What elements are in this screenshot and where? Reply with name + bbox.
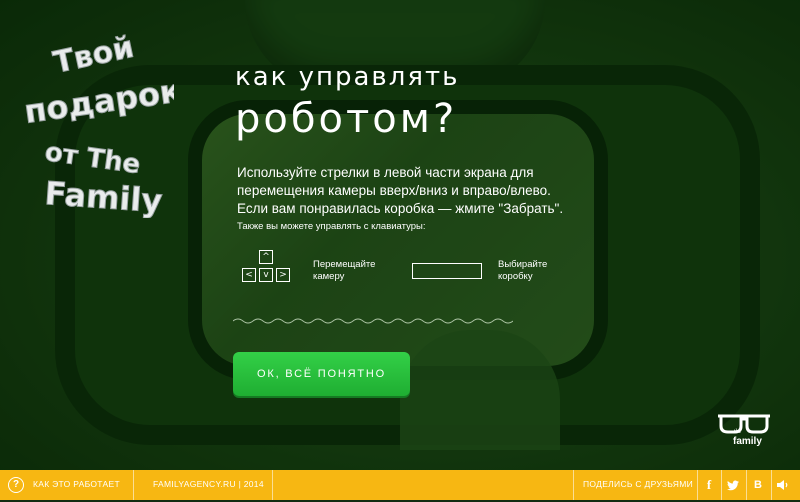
paragraph-line: Если вам понравилась коробка — жмите "За… bbox=[237, 201, 564, 216]
wavy-divider bbox=[233, 318, 513, 324]
arrow-left-key-icon: < bbox=[242, 268, 256, 282]
spacebar-key-icon bbox=[412, 263, 482, 279]
sound-icon[interactable] bbox=[771, 470, 795, 500]
help-icon[interactable]: ? bbox=[8, 477, 24, 493]
bar-divider bbox=[272, 470, 273, 500]
ok-understood-button[interactable]: ОК, ВСЁ ПОНЯТНО bbox=[233, 352, 410, 396]
pick-label-line1: Выбирайте bbox=[498, 259, 548, 270]
vk-icon[interactable]: B bbox=[746, 470, 770, 500]
arrow-down-key-icon: v bbox=[259, 268, 273, 282]
logo-line-1: Твой bbox=[50, 30, 137, 81]
logo-line-2: подарок bbox=[22, 71, 174, 131]
brand-small-text: the bbox=[734, 429, 742, 435]
bar-divider bbox=[573, 470, 574, 500]
instructions-title-line1: как управлять bbox=[235, 62, 460, 92]
bar-divider bbox=[133, 470, 134, 500]
paragraph-line: Используйте стрелки в левой части экрана… bbox=[237, 165, 534, 180]
twitter-icon[interactable] bbox=[721, 470, 745, 500]
logo-line-4: Family bbox=[43, 174, 163, 218]
pick-box-label: Выбирайте коробку bbox=[498, 259, 578, 283]
move-label-line2: камеру bbox=[313, 271, 345, 282]
site-link[interactable]: FAMILYAGENCY.RU | 2014 bbox=[153, 479, 264, 489]
logo-line-3: от The bbox=[43, 137, 142, 180]
arrow-up-key-icon: ^ bbox=[259, 250, 273, 264]
move-label-line1: Перемещайте bbox=[313, 259, 376, 270]
paragraph-line: перемещения камеры вверх/вниз и вправо/в… bbox=[237, 183, 551, 198]
instructions-title-line2: роботом? bbox=[235, 96, 458, 142]
glasses-icon bbox=[718, 414, 770, 434]
pick-label-line2: коробку bbox=[498, 271, 533, 282]
instructions-paragraph: Используйте стрелки в левой части экрана… bbox=[237, 164, 597, 218]
brand-name: family bbox=[733, 436, 762, 447]
arrow-right-key-icon: > bbox=[276, 268, 290, 282]
move-camera-label: Перемещайте камеру bbox=[313, 259, 393, 283]
share-label: ПОДЕЛИСЬ С ДРУЗЬЯМИ bbox=[583, 479, 694, 489]
facebook-icon[interactable]: f bbox=[697, 470, 721, 500]
how-it-works-link[interactable]: КАК ЭТО РАБОТАЕТ bbox=[33, 479, 120, 489]
gift-logo: Твой подарок от The Family bbox=[14, 28, 184, 220]
arrow-keys-diagram: ^ < v > bbox=[237, 250, 297, 290]
keyboard-note: Также вы можете управлять с клавиатуры: bbox=[237, 221, 426, 232]
